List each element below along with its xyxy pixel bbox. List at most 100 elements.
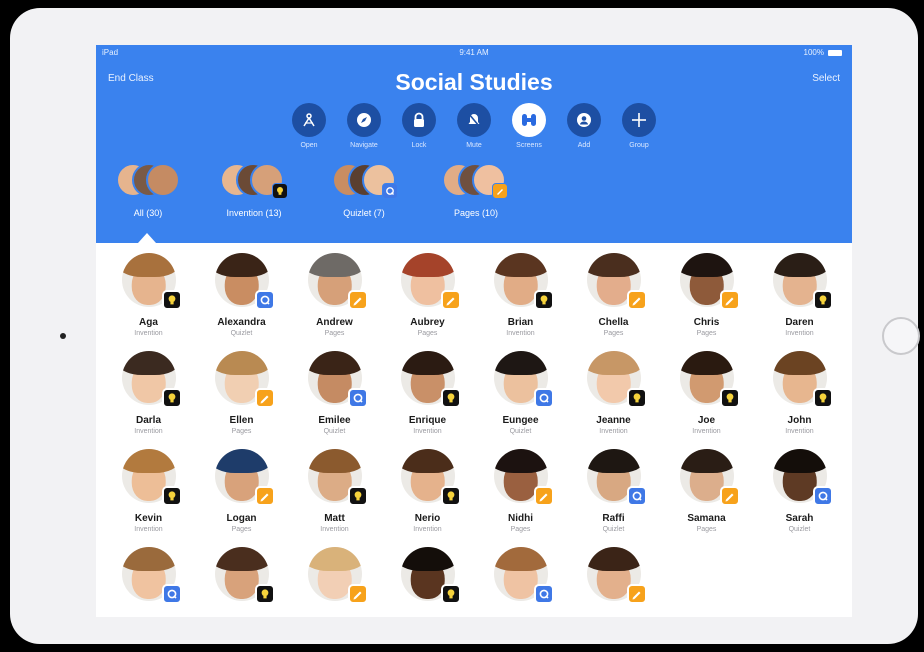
- student-app: Invention: [413, 428, 442, 435]
- student-tile[interactable]: [381, 547, 474, 617]
- lightbulb-icon: [348, 486, 368, 506]
- tool-label: Mute: [466, 142, 482, 149]
- pages-icon: [348, 290, 368, 310]
- quizlet-icon: [255, 290, 275, 310]
- pages-icon: [627, 290, 647, 310]
- student-app: Quizlet: [323, 428, 346, 435]
- student-name: Sarah: [785, 513, 814, 524]
- pages-icon: [720, 290, 740, 310]
- battery-icon: [828, 49, 842, 56]
- avatar-hair: [679, 449, 734, 473]
- student-tile[interactable]: Chella Pages: [567, 253, 660, 351]
- avatar-hair: [493, 351, 548, 375]
- lightbulb-icon: [272, 183, 288, 199]
- student-name: Nidhi: [508, 513, 533, 524]
- student-tile[interactable]: [288, 547, 381, 617]
- tool-mute[interactable]: Mute: [456, 103, 492, 155]
- lightbulb-icon: [813, 290, 833, 310]
- student-tile[interactable]: Joe Invention: [660, 351, 753, 449]
- lightbulb-icon: [162, 388, 182, 408]
- student-tile[interactable]: Chris Pages: [660, 253, 753, 351]
- student-tile[interactable]: Ellen Pages: [195, 351, 288, 449]
- compass-rose-icon: [292, 103, 326, 137]
- tool-label: Navigate: [350, 142, 378, 149]
- student-name: Aga: [139, 317, 158, 328]
- avatar-hair: [400, 253, 455, 277]
- navigate-compass-icon: [347, 103, 381, 137]
- tool-label: Group: [629, 142, 649, 149]
- avatar-hair: [307, 351, 362, 375]
- student-tile[interactable]: Aubrey Pages: [381, 253, 474, 351]
- avatar-hair: [493, 449, 548, 473]
- home-button[interactable]: [882, 317, 920, 355]
- tool-add[interactable]: Add: [566, 103, 602, 155]
- student-name: Daren: [785, 317, 814, 328]
- lightbulb-icon: [813, 388, 833, 408]
- mini-avatar: [146, 163, 180, 197]
- student-tile[interactable]: [102, 547, 195, 617]
- avatar-hair: [214, 253, 269, 277]
- student-tile[interactable]: Enrique Invention: [381, 351, 474, 449]
- student-name: Eungee: [502, 415, 539, 426]
- avatar-hair: [586, 253, 641, 277]
- avatar-hair: [400, 547, 455, 571]
- student-tile[interactable]: Matt Invention: [288, 449, 381, 547]
- status-time: 9:41 AM: [459, 48, 489, 57]
- lightbulb-icon: [441, 584, 461, 604]
- avatar-hair: [679, 351, 734, 375]
- lightbulb-icon: [441, 388, 461, 408]
- add-person-icon: [567, 103, 601, 137]
- tool-group[interactable]: Group: [621, 103, 657, 155]
- selected-group-pointer: [138, 233, 156, 243]
- student-name: Logan: [226, 513, 257, 524]
- student-tile[interactable]: Raffi Quizlet: [567, 449, 660, 547]
- group-filter-bar: All (30) Invention (13) Quizlet (7) Page…: [96, 163, 852, 229]
- student-tile[interactable]: [474, 547, 567, 617]
- student-app: Invention: [785, 330, 814, 337]
- avatar-hair: [586, 547, 641, 571]
- student-name: Joe: [697, 415, 716, 426]
- tool-navigate[interactable]: Navigate: [346, 103, 382, 155]
- group-label: Pages (10): [453, 208, 499, 218]
- student-app: Quizlet: [509, 428, 532, 435]
- student-app: Pages: [231, 526, 252, 533]
- tool-screens[interactable]: Screens: [511, 103, 547, 155]
- student-tile[interactable]: [567, 547, 660, 617]
- student-app: Quizlet: [230, 330, 253, 337]
- student-tile[interactable]: Eungee Quizlet: [474, 351, 567, 449]
- student-tile[interactable]: Daren Invention: [753, 253, 846, 351]
- student-tile[interactable]: Nidhi Pages: [474, 449, 567, 547]
- student-tile[interactable]: John Invention: [753, 351, 846, 449]
- avatar-hair: [121, 547, 176, 571]
- student-tile[interactable]: Emilee Quizlet: [288, 351, 381, 449]
- student-tile[interactable]: Sarah Quizlet: [753, 449, 846, 547]
- student-tile[interactable]: Kevin Invention: [102, 449, 195, 547]
- student-app: Invention: [134, 526, 163, 533]
- student-name: John: [787, 415, 812, 426]
- student-name: Andrew: [316, 317, 353, 328]
- student-tile[interactable]: Jeanne Invention: [567, 351, 660, 449]
- student-tile[interactable]: Samana Pages: [660, 449, 753, 547]
- quizlet-icon: [348, 388, 368, 408]
- student-tile[interactable]: Brian Invention: [474, 253, 567, 351]
- student-tile[interactable]: Logan Pages: [195, 449, 288, 547]
- student-app: Pages: [696, 526, 717, 533]
- quizlet-icon: [162, 584, 182, 604]
- avatar-hair: [772, 449, 827, 473]
- student-name: Aubrey: [410, 317, 445, 328]
- student-tile[interactable]: Andrew Pages: [288, 253, 381, 351]
- student-tile[interactable]: Darla Invention: [102, 351, 195, 449]
- tool-open[interactable]: Open: [291, 103, 327, 155]
- tool-lock[interactable]: Lock: [401, 103, 437, 155]
- avatar-hair: [493, 253, 548, 277]
- student-app: Invention: [599, 428, 628, 435]
- student-tile[interactable]: Nerio Invention: [381, 449, 474, 547]
- plus-icon: [622, 103, 656, 137]
- student-tile[interactable]: Aga Invention: [102, 253, 195, 351]
- student-name: Brian: [507, 317, 534, 328]
- quizlet-icon: [813, 486, 833, 506]
- student-tile[interactable]: [195, 547, 288, 617]
- avatar-hair: [214, 351, 269, 375]
- student-tile[interactable]: Alexandra Quizlet: [195, 253, 288, 351]
- battery-percent: 100%: [803, 48, 824, 57]
